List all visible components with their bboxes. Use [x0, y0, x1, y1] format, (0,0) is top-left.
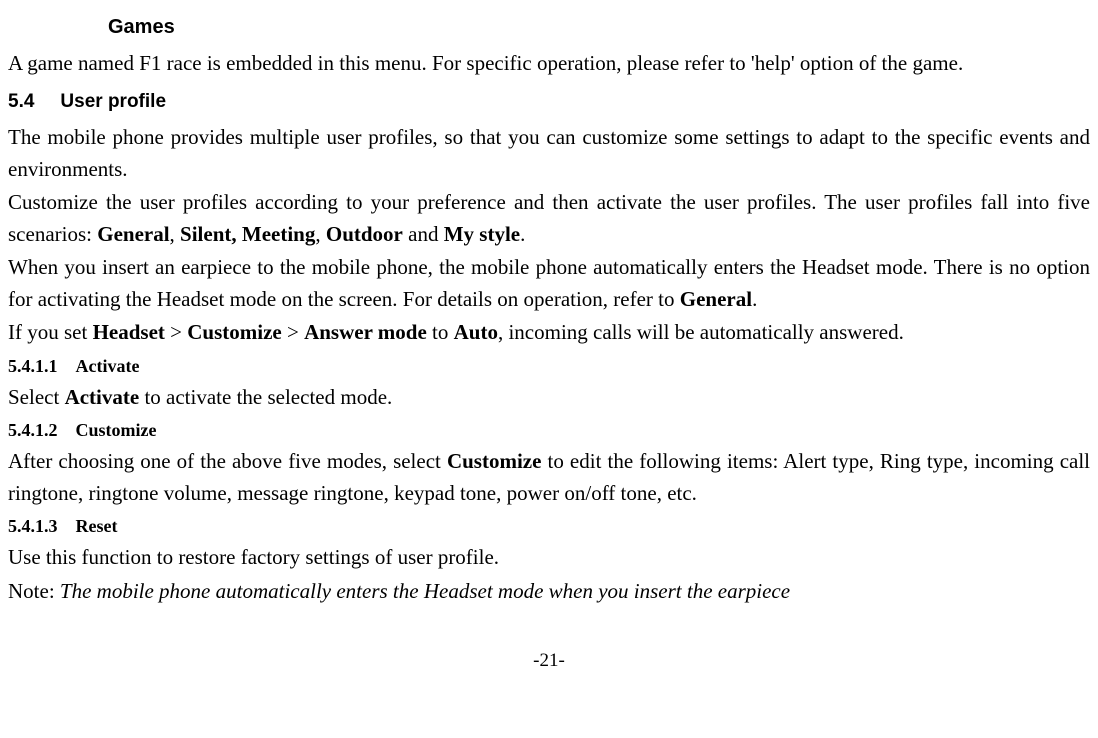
- bold-silent-meeting: Silent, Meeting: [180, 222, 315, 246]
- bold-general: General: [97, 222, 169, 246]
- text: .: [520, 222, 525, 246]
- subsection-number: 5.4.1.2: [8, 417, 58, 444]
- bold-headset: Headset: [93, 320, 165, 344]
- note-label: Note:: [8, 579, 60, 603]
- text: >: [165, 320, 187, 344]
- text: After choosing one of the above five mod…: [8, 449, 447, 473]
- section-number: 5.4: [8, 88, 34, 117]
- paragraph-note: Note: The mobile phone automatically ent…: [8, 576, 1090, 608]
- text: Select: [8, 385, 65, 409]
- heading-section-5-4: 5.4 User profile: [8, 88, 1090, 117]
- paragraph-user-profile-4: If you set Headset > Customize > Answer …: [8, 317, 1090, 349]
- bold-outdoor: Outdoor: [326, 222, 403, 246]
- text: >: [282, 320, 304, 344]
- text: If you set: [8, 320, 93, 344]
- heading-5-4-1-2: 5.4.1.2 Customize: [8, 417, 1090, 444]
- bold-auto: Auto: [454, 320, 498, 344]
- paragraph-activate: Select Activate to activate the selected…: [8, 382, 1090, 414]
- text: , incoming calls will be automatically a…: [498, 320, 904, 344]
- text: and: [403, 222, 444, 246]
- bold-my-style: My style: [444, 222, 520, 246]
- paragraph-reset: Use this function to restore factory set…: [8, 542, 1090, 574]
- heading-5-4-1-3: 5.4.1.3 Reset: [8, 513, 1090, 540]
- note-body: The mobile phone automatically enters th…: [60, 579, 790, 603]
- heading-games: Games: [108, 12, 1090, 42]
- paragraph-games: A game named F1 race is embedded in this…: [8, 48, 1090, 80]
- paragraph-user-profile-1: The mobile phone provides multiple user …: [8, 122, 1090, 185]
- bold-activate: Activate: [65, 385, 140, 409]
- bold-general-ref: General: [680, 287, 752, 311]
- bold-customize: Customize: [447, 449, 541, 473]
- paragraph-user-profile-3: When you insert an earpiece to the mobil…: [8, 252, 1090, 315]
- text: When you insert an earpiece to the mobil…: [8, 255, 1090, 311]
- text: ,: [315, 222, 326, 246]
- bold-customize-path: Customize: [187, 320, 281, 344]
- paragraph-customize: After choosing one of the above five mod…: [8, 446, 1090, 509]
- section-title: User profile: [60, 91, 166, 112]
- paragraph-user-profile-2: Customize the user profiles according to…: [8, 187, 1090, 250]
- bold-answer-mode: Answer mode: [304, 320, 427, 344]
- subsection-number: 5.4.1.3: [8, 513, 58, 540]
- subsection-number: 5.4.1.1: [8, 353, 58, 380]
- subsection-title: Reset: [76, 516, 118, 536]
- text: to activate the selected mode.: [139, 385, 392, 409]
- subsection-title: Customize: [76, 420, 157, 440]
- text: ,: [170, 222, 181, 246]
- heading-5-4-1-1: 5.4.1.1 Activate: [8, 353, 1090, 380]
- subsection-title: Activate: [76, 356, 140, 376]
- text: .: [752, 287, 757, 311]
- page-number: -21-: [8, 647, 1090, 676]
- text: to: [427, 320, 454, 344]
